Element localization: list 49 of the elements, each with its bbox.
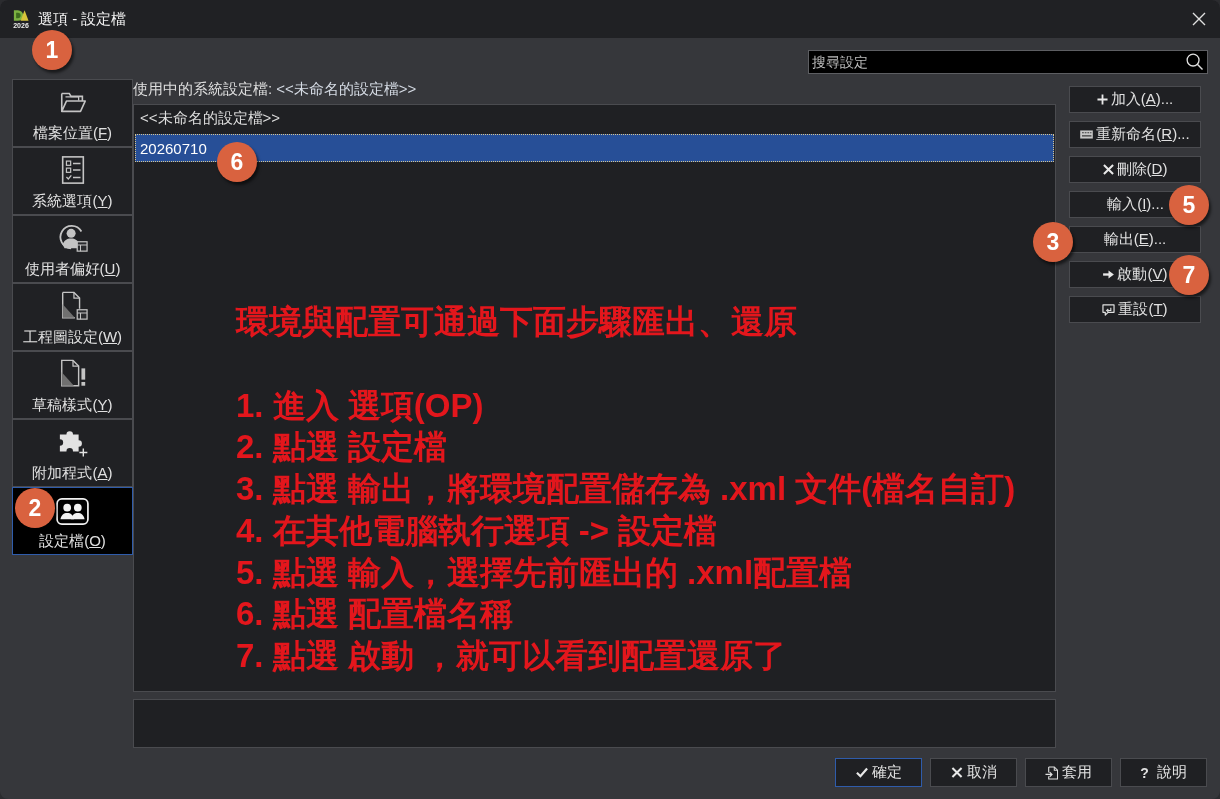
profile-action-button[interactable]: 重新命名(R)...	[1069, 121, 1201, 148]
category-tab[interactable]: 使用者偏好(U)	[12, 215, 133, 283]
search-icon	[1186, 53, 1203, 70]
step-number-badge: 7	[1169, 255, 1209, 295]
step-number-badge: 5	[1169, 185, 1209, 225]
profile-list-item[interactable]: <<未命名的設定檔>>	[135, 106, 1054, 130]
profile-action-button[interactable]: 加入(A)...	[1069, 86, 1201, 113]
annotation-step: 4. 在其他電腦執行選項 -> 設定檔	[236, 509, 1054, 552]
annotation-step: 1. 進入 選項(OP)	[236, 384, 1054, 427]
profile-action-button[interactable]: 重設(T)	[1069, 296, 1201, 323]
category-tab[interactable]: 工程圖設定(W)	[12, 283, 133, 351]
check-icon	[855, 767, 868, 778]
annotation-step: 6. 點選 配置檔名稱	[236, 593, 1054, 635]
profile-action-button[interactable]: 刪除(D)	[1069, 156, 1201, 183]
dialog-button[interactable]: ? 說明	[1120, 758, 1207, 787]
annotation-step: 5. 點選 輸入，選擇先前匯出的 .xml配置檔	[236, 551, 1054, 594]
annotation-step: 3. 點選 輸出，將環境配置儲存為 .xml 文件(檔名自訂)	[236, 468, 1054, 510]
dialog-button[interactable]: 套用	[1025, 758, 1112, 787]
speech-bubble-arrow-icon	[1102, 303, 1116, 316]
arrow-right-icon	[1103, 270, 1115, 279]
keyboard-icon	[1080, 130, 1094, 139]
annotation-step: 7. 點選 啟動 ，就可以看到配置還原了	[236, 634, 1054, 677]
active-profile-label: 使用中的系統設定檔:	[133, 80, 273, 98]
close-button[interactable]	[1192, 12, 1206, 26]
window-title: 選項 - 設定檔	[38, 9, 127, 29]
app-logo-icon	[13, 8, 29, 22]
step-number-badge: 1	[32, 30, 72, 70]
annotation-heading: 環境與配置可通過下面步驟匯出、還原	[236, 302, 798, 342]
dialog-button[interactable]: 確定	[835, 758, 922, 787]
profiles-icon	[56, 498, 89, 525]
profile-action-button[interactable]: 輸入(I)...	[1069, 191, 1174, 218]
category-tab[interactable]: 系統選項(Y)	[12, 147, 133, 215]
user-settings-icon	[57, 223, 88, 253]
plus-icon	[1096, 94, 1108, 105]
annotation-step: 2. 點選 設定檔	[236, 426, 1054, 469]
active-profile-name: <<未命名的設定檔>>	[276, 80, 417, 98]
category-tab[interactable]: 草稿樣式(Y)	[12, 351, 133, 419]
cross-icon	[950, 767, 963, 778]
close-icon	[1192, 12, 1206, 26]
step-number-badge: 6	[217, 142, 257, 182]
dialog-button[interactable]: 取消	[930, 758, 1017, 787]
category-tab[interactable]: 檔案位置(F)	[12, 79, 133, 147]
profile-action-button[interactable]: 輸出(E)...	[1069, 226, 1201, 253]
cross-icon	[1102, 164, 1114, 175]
profile-action-button[interactable]: 啟動(V)	[1069, 261, 1174, 288]
document-arrow-icon	[1045, 765, 1058, 780]
search-field[interactable]: 搜尋設定	[808, 50, 1208, 74]
question-mark-icon: ?	[1140, 764, 1149, 781]
category-tab[interactable]: 附加程式(A)	[12, 419, 133, 487]
